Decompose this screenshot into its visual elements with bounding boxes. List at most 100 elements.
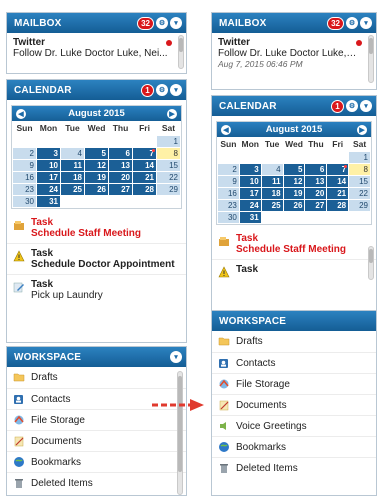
calendar-day-25[interactable]: 25 bbox=[261, 200, 283, 211]
calendar-header[interactable]: CALENDAR 1 ⚙ ▾ bbox=[7, 80, 186, 100]
calendar-day-29[interactable]: 29 bbox=[349, 200, 370, 211]
calendar-day-5[interactable]: 5 bbox=[283, 164, 305, 175]
calendar-day-24[interactable]: 24 bbox=[239, 200, 261, 211]
workspace-item-file-storage[interactable]: File Storage bbox=[7, 409, 186, 430]
calendar-day-3[interactable]: 3 bbox=[239, 164, 261, 175]
mail-scrollbar[interactable] bbox=[178, 35, 184, 69]
mailbox-header[interactable]: MAILBOX 32 ⚙ ▾ bbox=[212, 13, 376, 33]
calendar-day-11[interactable]: 11 bbox=[261, 176, 283, 187]
calendar-day-29[interactable]: 29 bbox=[157, 184, 180, 195]
calendar-day-22[interactable]: 22 bbox=[157, 172, 180, 183]
calendar-day-4[interactable]: 4 bbox=[261, 164, 283, 175]
calendar-day-10[interactable]: 10 bbox=[239, 176, 261, 187]
calendar-day-1[interactable]: 1 bbox=[157, 136, 180, 147]
collapse-icon[interactable]: ▾ bbox=[360, 17, 372, 29]
calendar-day-19[interactable]: 19 bbox=[85, 172, 108, 183]
calendar-day-20[interactable]: 20 bbox=[109, 172, 132, 183]
collapse-icon[interactable]: ▾ bbox=[170, 351, 182, 363]
calendar-day-21[interactable]: 21 bbox=[327, 188, 349, 199]
calendar-day-14[interactable]: 14 bbox=[327, 176, 349, 187]
calendar-day-1[interactable]: 1 bbox=[349, 152, 370, 163]
calendar-day-7[interactable]: 7 bbox=[133, 148, 156, 159]
workspace-header[interactable]: WORKSPACE ▾ bbox=[7, 347, 186, 367]
calendar-day-4[interactable]: 4 bbox=[61, 148, 84, 159]
settings-icon[interactable]: ⚙ bbox=[346, 100, 358, 112]
calendar-day-7[interactable]: 7 bbox=[327, 164, 349, 175]
calendar-day-27[interactable]: 27 bbox=[305, 200, 327, 211]
calendar-day-31[interactable]: 31 bbox=[239, 212, 261, 223]
calendar-day-15[interactable]: 15 bbox=[349, 176, 370, 187]
calendar-day-10[interactable]: 10 bbox=[37, 160, 60, 171]
calendar-day-9[interactable]: 9 bbox=[13, 160, 36, 171]
workspace-item-documents[interactable]: Documents bbox=[212, 394, 376, 415]
calendar-day-19[interactable]: 19 bbox=[283, 188, 305, 199]
calendar-day-6[interactable]: 6 bbox=[305, 164, 327, 175]
calendar-day-18[interactable]: 18 bbox=[61, 172, 84, 183]
calendar-day-8[interactable]: 8 bbox=[349, 164, 370, 175]
calendar-day-31[interactable]: 31 bbox=[37, 196, 60, 207]
calendar-day-16[interactable]: 16 bbox=[218, 188, 239, 199]
calendar-day-26[interactable]: 26 bbox=[85, 184, 108, 195]
calendar-day-30[interactable]: 30 bbox=[218, 212, 239, 223]
calendar-day-5[interactable]: 5 bbox=[85, 148, 108, 159]
calendar-day-13[interactable]: 13 bbox=[305, 176, 327, 187]
workspace-item-contacts[interactable]: Contacts bbox=[212, 352, 376, 373]
calendar-day-30[interactable]: 30 bbox=[13, 196, 36, 207]
collapse-icon[interactable]: ▾ bbox=[170, 84, 182, 96]
mail-preview[interactable]: Twitter Follow Dr. Luke Doctor Luke, Nei… bbox=[212, 33, 376, 83]
calendar-day-23[interactable]: 23 bbox=[13, 184, 36, 195]
task-item[interactable]: Task Schedule Doctor Appointment bbox=[7, 243, 186, 274]
settings-icon[interactable]: ⚙ bbox=[346, 17, 358, 29]
task-item[interactable]: Task Pick up Laundry bbox=[7, 274, 186, 305]
collapse-icon[interactable]: ▾ bbox=[360, 100, 372, 112]
task-item[interactable]: Task Schedule Staff Meeting bbox=[7, 213, 186, 243]
mailbox-header[interactable]: MAILBOX 32 ⚙ ▾ bbox=[7, 13, 186, 33]
calendar-day-2[interactable]: 2 bbox=[218, 164, 239, 175]
calendar-day-8[interactable]: 8 bbox=[157, 148, 180, 159]
workspace-item-deleted-items[interactable]: Deleted Items bbox=[212, 457, 376, 478]
prev-month-icon[interactable]: ◀ bbox=[221, 124, 231, 135]
workspace-item-deleted-items[interactable]: Deleted Items bbox=[7, 472, 186, 493]
calendar-day-20[interactable]: 20 bbox=[305, 188, 327, 199]
settings-icon[interactable]: ⚙ bbox=[156, 17, 168, 29]
mail-scrollbar[interactable] bbox=[368, 35, 374, 83]
next-month-icon[interactable]: ▶ bbox=[357, 124, 367, 135]
calendar-day-27[interactable]: 27 bbox=[109, 184, 132, 195]
calendar-day-16[interactable]: 16 bbox=[13, 172, 36, 183]
calendar-day-18[interactable]: 18 bbox=[261, 188, 283, 199]
settings-icon[interactable]: ⚙ bbox=[156, 84, 168, 96]
calendar-day-15[interactable]: 15 bbox=[157, 160, 180, 171]
workspace-item-bookmarks[interactable]: Bookmarks bbox=[7, 451, 186, 472]
task-scrollbar[interactable] bbox=[368, 246, 374, 280]
calendar-day-25[interactable]: 25 bbox=[61, 184, 84, 195]
calendar-day-2[interactable]: 2 bbox=[13, 148, 36, 159]
workspace-item-bookmarks[interactable]: Bookmarks bbox=[212, 436, 376, 457]
calendar-day-26[interactable]: 26 bbox=[283, 200, 305, 211]
calendar-day-21[interactable]: 21 bbox=[133, 172, 156, 183]
calendar-day-12[interactable]: 12 bbox=[85, 160, 108, 171]
workspace-item-file-storage[interactable]: File Storage bbox=[212, 373, 376, 394]
calendar-day-14[interactable]: 14 bbox=[133, 160, 156, 171]
workspace-scrollbar[interactable] bbox=[177, 371, 183, 495]
calendar-day-23[interactable]: 23 bbox=[218, 200, 239, 211]
calendar-day-17[interactable]: 17 bbox=[239, 188, 261, 199]
mail-preview[interactable]: Twitter Follow Dr. Luke Doctor Luke, Nei… bbox=[7, 33, 186, 69]
workspace-item-voice-greetings[interactable]: Voice Greetings bbox=[212, 415, 376, 436]
workspace-item-drafts[interactable]: Drafts bbox=[7, 367, 186, 388]
calendar-day-22[interactable]: 22 bbox=[349, 188, 370, 199]
task-item[interactable]: Task Schedule Staff Meeting bbox=[212, 229, 376, 259]
calendar-day-17[interactable]: 17 bbox=[37, 172, 60, 183]
calendar-day-28[interactable]: 28 bbox=[327, 200, 349, 211]
calendar-day-13[interactable]: 13 bbox=[109, 160, 132, 171]
workspace-item-drafts[interactable]: Drafts bbox=[212, 331, 376, 352]
workspace-item-documents[interactable]: Documents bbox=[7, 430, 186, 451]
calendar-header[interactable]: CALENDAR 1 ⚙ ▾ bbox=[212, 96, 376, 116]
workspace-header[interactable]: WORKSPACE bbox=[212, 311, 376, 331]
calendar-day-3[interactable]: 3 bbox=[37, 148, 60, 159]
calendar-day-24[interactable]: 24 bbox=[37, 184, 60, 195]
calendar-day-6[interactable]: 6 bbox=[109, 148, 132, 159]
next-month-icon[interactable]: ▶ bbox=[167, 108, 177, 119]
prev-month-icon[interactable]: ◀ bbox=[16, 108, 26, 119]
calendar-day-12[interactable]: 12 bbox=[283, 176, 305, 187]
calendar-day-11[interactable]: 11 bbox=[61, 160, 84, 171]
